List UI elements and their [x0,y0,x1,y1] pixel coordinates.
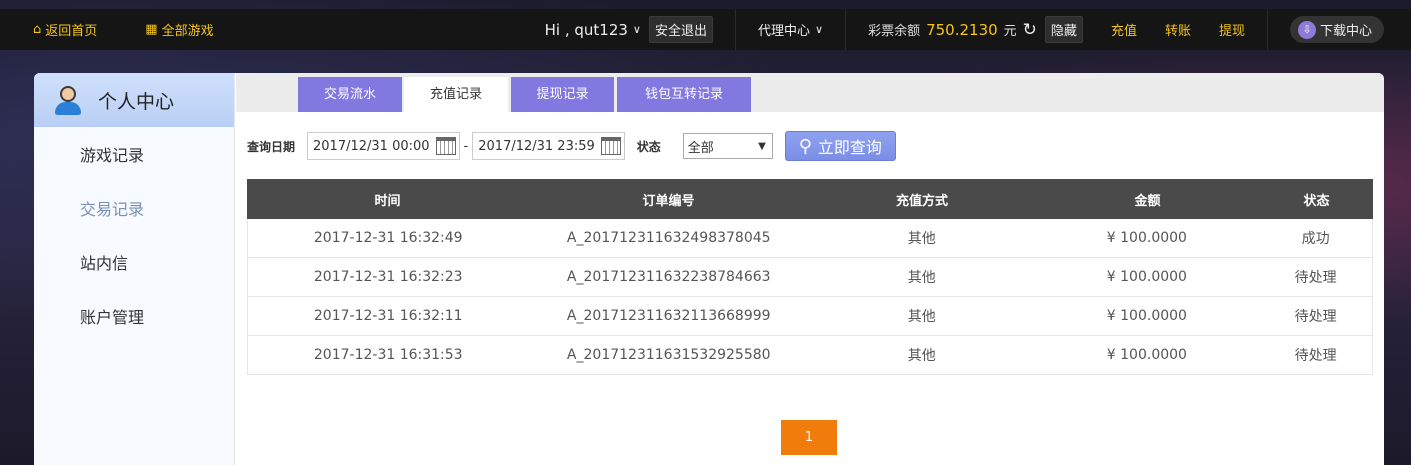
calendar-icon[interactable] [435,137,456,155]
sidebar-item-account-management[interactable]: 账户管理 [34,289,234,343]
greeting-text: Hi , qut123 [544,20,628,39]
end-date-value: 2017/12/31 23:59 [478,138,595,154]
user-menu[interactable]: Hi , qut123 ∨ [545,21,641,39]
search-button-label: 立即查询 [817,138,882,157]
tab-recharge-records[interactable]: 充值记录 [404,77,508,112]
column-header-amount: 金额 [1134,193,1161,209]
date-separator: - [463,138,469,154]
sidebar-title: 个人中心 [98,90,175,113]
home-link[interactable]: ⌂ 返回首页 [33,20,97,39]
balance-unit: 元 [1003,24,1017,39]
column-header-method: 充值方式 [895,193,948,209]
table-row: 2017-12-31 16:32:11 A_201712311632113668… [247,297,1373,336]
all-games-label: 全部游戏 [161,24,214,39]
pagination-page-button[interactable]: 1 [781,420,837,455]
home-label: 返回首页 [45,24,98,39]
sidebar-header: 个人中心 [34,73,234,127]
query-form: 查询日期 2017/12/31 00:00 - 2017/12/31 23:59… [247,131,896,161]
chevron-down-icon: ∨ [632,23,641,36]
sidebar-item-transaction-records[interactable]: 交易记录 [34,181,234,235]
withdraw-link[interactable]: 提现 [1219,20,1245,39]
date-label: 查询日期 [247,139,296,154]
cell-method: 其他 [907,231,936,247]
column-header-order-id: 订单编号 [642,193,695,209]
table-row: 2017-12-31 16:31:53 A_201712311631532925… [247,336,1373,375]
cell-method: 其他 [907,348,936,364]
status-label: 状态 [636,139,661,154]
balance-label: 彩票余额 [868,24,921,39]
chevron-down-icon: ∨ [815,23,824,36]
start-date-input[interactable]: 2017/12/31 00:00 [307,132,460,160]
logout-button[interactable]: 安全退出 [648,16,713,43]
table-row: 2017-12-31 16:32:49 A_201712311632498378… [247,219,1373,258]
divider [734,9,736,50]
tab-wallet-transfer-records[interactable]: 钱包互转记录 [617,77,751,112]
search-button[interactable]: ⚲ 立即查询 [784,131,896,161]
cell-order-id: A_201712311632113668999 [566,308,771,324]
cell-amount: ¥ 100.0000 [1106,347,1187,363]
transfer-link[interactable]: 转账 [1165,20,1191,39]
cell-method: 其他 [907,270,936,286]
all-games-link[interactable]: ▦ 全部游戏 [145,20,213,39]
download-center-button[interactable]: ⇩ 下载中心 [1289,16,1384,43]
status-select[interactable]: 全部 ▼ [682,133,773,159]
cell-time: 2017-12-31 16:32:11 [313,308,463,324]
status-select-value: 全部 [687,140,714,156]
agent-center-label: 代理中心 [757,24,810,39]
divider [1266,9,1268,50]
column-header-time: 时间 [374,193,401,209]
table-header: 时间 订单编号 充值方式 金额 状态 [247,179,1373,219]
home-icon: ⌂ [33,22,42,37]
top-bar: ⌂ 返回首页 ▦ 全部游戏 Hi , qut123 ∨ 安全退出 代理中心 ∨ … [0,9,1411,50]
end-date-input[interactable]: 2017/12/31 23:59 [472,132,625,160]
recharge-records-table: 时间 订单编号 充值方式 金额 状态 2017-12-31 16:32:49 A… [247,179,1373,375]
grid-icon: ▦ [145,22,158,37]
cell-time: 2017-12-31 16:31:53 [313,347,463,363]
content-area: 交易流水 充值记录 提现记录 钱包互转记录 查询日期 2017/12/31 00… [236,73,1384,465]
column-header-status: 状态 [1303,193,1330,209]
cell-amount: ¥ 100.0000 [1106,308,1187,324]
start-date-value: 2017/12/31 00:00 [313,138,430,154]
search-icon: ⚲ [798,135,812,157]
calendar-icon[interactable] [600,137,621,155]
cell-status: 待处理 [1294,309,1337,325]
table-row: 2017-12-31 16:32:23 A_201712311632238784… [247,258,1373,297]
dropdown-arrow-icon: ▼ [758,140,766,152]
cell-order-id: A_201712311632498378045 [566,230,771,246]
recharge-link[interactable]: 充值 [1111,20,1137,39]
tab-withdraw-records[interactable]: 提现记录 [511,77,614,112]
cell-order-id: A_201712311631532925580 [566,347,771,363]
balance-display: 彩票余额 750.2130 元 ↻ 隐藏 [868,16,1083,43]
cell-method: 其他 [907,309,936,325]
tab-transaction-flow[interactable]: 交易流水 [298,77,402,112]
divider [845,9,847,50]
cell-order-id: A_201712311632238784663 [566,269,771,285]
main-panel: 个人中心 游戏记录 交易记录 站内信 账户管理 交易流水 充值记录 提现记录 钱… [34,73,1384,465]
download-icon: ⇩ [1297,20,1316,39]
cell-status: 待处理 [1294,270,1337,286]
sidebar: 个人中心 游戏记录 交易记录 站内信 账户管理 [34,73,235,465]
cell-status: 待处理 [1294,348,1337,364]
cell-amount: ¥ 100.0000 [1106,269,1187,285]
balance-value: 750.2130 [926,20,998,39]
cell-status: 成功 [1301,231,1330,247]
sidebar-item-inbox[interactable]: 站内信 [34,235,234,289]
cell-time: 2017-12-31 16:32:23 [313,269,463,285]
sidebar-item-game-records[interactable]: 游戏记录 [34,127,234,181]
refresh-icon[interactable]: ↻ [1023,20,1037,40]
hide-balance-button[interactable]: 隐藏 [1044,16,1083,43]
user-avatar-icon [52,84,84,116]
cell-amount: ¥ 100.0000 [1106,230,1187,246]
agent-center-menu[interactable]: 代理中心 ∨ [758,20,823,39]
download-label: 下载中心 [1319,24,1372,39]
tabs-bar: 交易流水 充值记录 提现记录 钱包互转记录 [236,73,1384,112]
cell-time: 2017-12-31 16:32:49 [313,230,463,246]
